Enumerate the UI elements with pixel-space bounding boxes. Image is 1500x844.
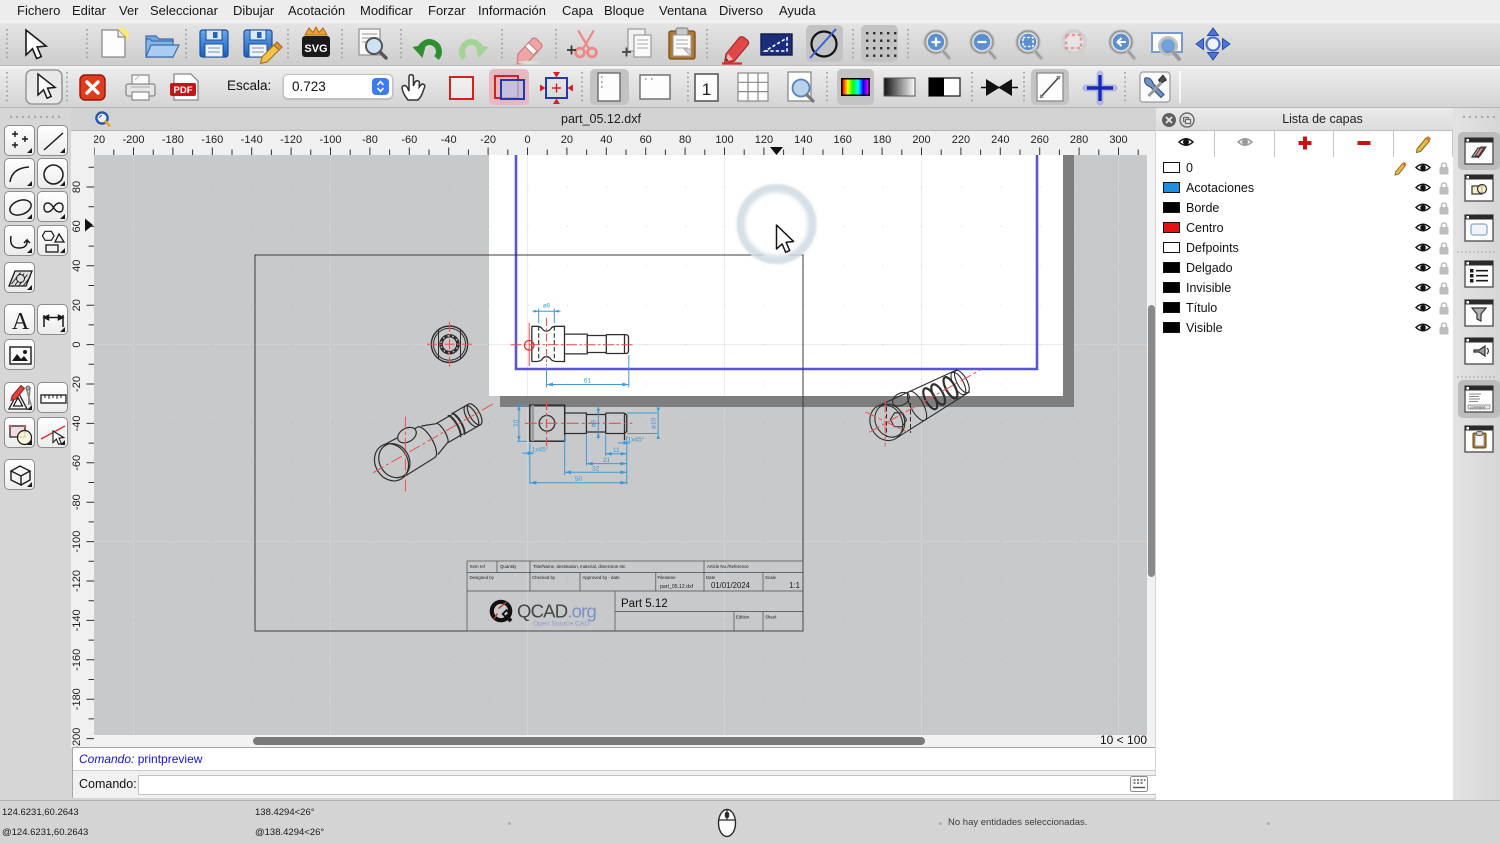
svg-text:120: 120 <box>755 134 773 146</box>
svg-text:ø9: ø9 <box>590 419 597 427</box>
svg-text:21: 21 <box>603 457 611 464</box>
svg-text:-100: -100 <box>71 531 83 553</box>
svg-text:40: 40 <box>600 134 612 146</box>
svg-text:220: 220 <box>952 134 970 146</box>
svg-text:part_05.12.dxf: part_05.12.dxf <box>660 584 694 590</box>
svg-text:200: 200 <box>912 134 930 146</box>
svg-text:01/01/2024: 01/01/2024 <box>711 581 751 590</box>
svg-text:1: 1 <box>702 80 711 99</box>
svg-text:-160: -160 <box>71 649 83 671</box>
svg-text:160: 160 <box>834 134 852 146</box>
svg-text:-80: -80 <box>362 134 378 146</box>
svg-text:-140: -140 <box>71 609 83 631</box>
svg-text:-180: -180 <box>162 134 184 146</box>
svg-text:command: command <box>1470 406 1485 410</box>
svg-text:-40: -40 <box>441 134 457 146</box>
svg-text:QCAD.org: QCAD.org <box>517 601 596 622</box>
svg-text:1x45°: 1x45° <box>532 446 549 454</box>
svg-text:Edition: Edition <box>736 615 750 620</box>
svg-text:Date: Date <box>706 575 716 580</box>
svg-text:-140: -140 <box>241 134 263 146</box>
svg-text:100: 100 <box>715 134 733 146</box>
svg-text:-200: -200 <box>122 134 144 146</box>
svg-text:60: 60 <box>71 220 83 232</box>
svg-text:ø8: ø8 <box>543 304 551 310</box>
svg-text:ø10: ø10 <box>651 418 658 430</box>
svg-text:-200: -200 <box>71 728 83 748</box>
svg-text:20: 20 <box>561 134 573 146</box>
svg-text:Sheet: Sheet <box>765 615 777 620</box>
svg-text:-20: -20 <box>480 134 496 146</box>
svg-text:Scale: Scale <box>765 575 777 580</box>
svg-text:Quantity: Quantity <box>500 564 517 569</box>
svg-text:50: 50 <box>575 476 583 483</box>
svg-text:300: 300 <box>1109 134 1127 146</box>
svg-text:Item ref: Item ref <box>470 564 486 569</box>
svg-text:-160: -160 <box>201 134 223 146</box>
svg-text:1x45°: 1x45° <box>628 435 645 443</box>
svg-text:-80: -80 <box>71 494 83 510</box>
svg-text:SVG: SVG <box>304 43 327 55</box>
svg-text:11: 11 <box>613 447 620 454</box>
svg-text:80: 80 <box>71 181 83 193</box>
svg-text:-100: -100 <box>319 134 341 146</box>
svg-text:-60: -60 <box>401 134 417 146</box>
svg-text:-180: -180 <box>71 688 83 710</box>
svg-text:-120: -120 <box>71 570 83 592</box>
svg-text:180: 180 <box>873 134 891 146</box>
svg-text:60: 60 <box>640 134 652 146</box>
svg-text:-20: -20 <box>71 376 83 392</box>
svg-text:-40: -40 <box>71 415 83 431</box>
svg-text:Approved by - date: Approved by - date <box>583 575 621 580</box>
svg-text:PDF: PDF <box>174 85 193 96</box>
svg-text:-60: -60 <box>71 455 83 471</box>
svg-text:40: 40 <box>71 260 83 272</box>
svg-text:260: 260 <box>1031 134 1049 146</box>
svg-text:Part 5.12: Part 5.12 <box>621 598 668 610</box>
svg-text:Title/Name, destination, mater: Title/Name, destination, material, dimen… <box>533 564 626 569</box>
svg-text:-220: -220 <box>94 134 105 146</box>
svg-text:80: 80 <box>679 134 691 146</box>
svg-text:0: 0 <box>71 342 83 348</box>
svg-text:32: 32 <box>592 466 600 473</box>
svg-text:Checked by: Checked by <box>532 575 556 580</box>
svg-text:Open Source CAD: Open Source CAD <box>533 621 589 628</box>
svg-text:240: 240 <box>991 134 1009 146</box>
svg-text:1:1: 1:1 <box>789 581 800 590</box>
svg-text:280: 280 <box>1070 134 1088 146</box>
svg-text:61: 61 <box>584 378 592 385</box>
svg-text:Article No./Reference: Article No./Reference <box>707 564 749 569</box>
svg-text:10: 10 <box>513 419 520 427</box>
svg-text:0: 0 <box>524 134 530 146</box>
svg-text:A: A <box>12 309 30 335</box>
svg-text:140: 140 <box>794 134 812 146</box>
svg-text:-120: -120 <box>280 134 302 146</box>
svg-text:Filename: Filename <box>658 575 677 580</box>
svg-text:Designed by: Designed by <box>470 575 495 580</box>
svg-text:20: 20 <box>71 299 83 311</box>
